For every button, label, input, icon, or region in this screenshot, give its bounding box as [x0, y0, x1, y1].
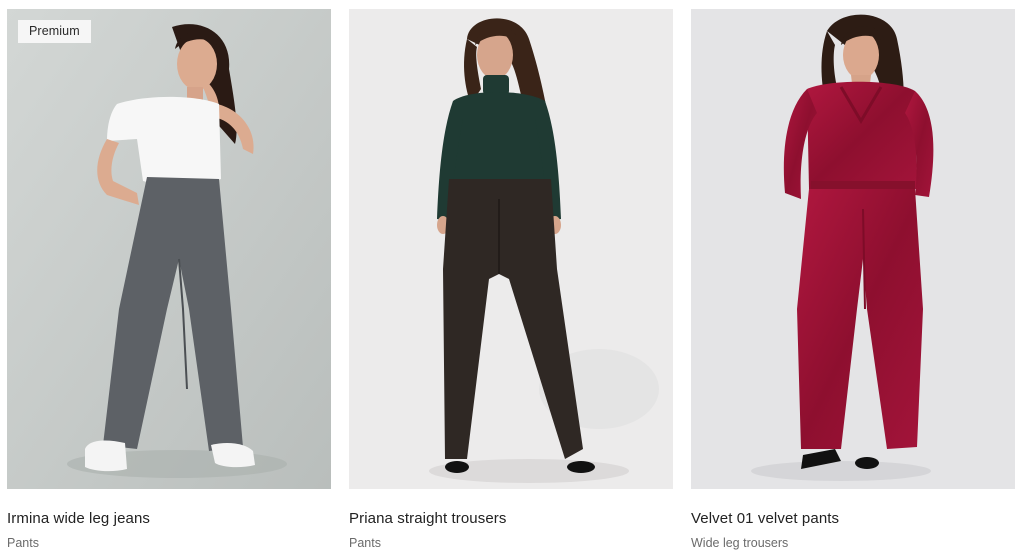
product-card-velvet[interactable]: Velvet 01 velvet pants Wide leg trousers [691, 9, 1015, 555]
product-title[interactable]: Velvet 01 velvet pants [691, 510, 839, 527]
product-card-priana[interactable]: Priana straight trousers Pants [349, 9, 673, 555]
product-image[interactable] [349, 9, 673, 489]
model-photo-jeans [7, 9, 331, 489]
product-image[interactable] [691, 9, 1015, 489]
product-grid: Premium Irmina wide leg jeans Pants Pria… [0, 0, 1024, 555]
product-category: Pants [7, 536, 39, 550]
product-title[interactable]: Priana straight trousers [349, 510, 506, 527]
product-image[interactable]: Premium [7, 9, 331, 489]
product-card-irmina[interactable]: Premium Irmina wide leg jeans Pants [7, 9, 331, 555]
product-title[interactable]: Irmina wide leg jeans [7, 510, 150, 527]
product-category: Pants [349, 536, 381, 550]
model-photo-trousers [349, 9, 673, 489]
model-photo-velvet [691, 9, 1015, 489]
premium-badge: Premium [18, 20, 91, 43]
product-category: Wide leg trousers [691, 536, 789, 550]
